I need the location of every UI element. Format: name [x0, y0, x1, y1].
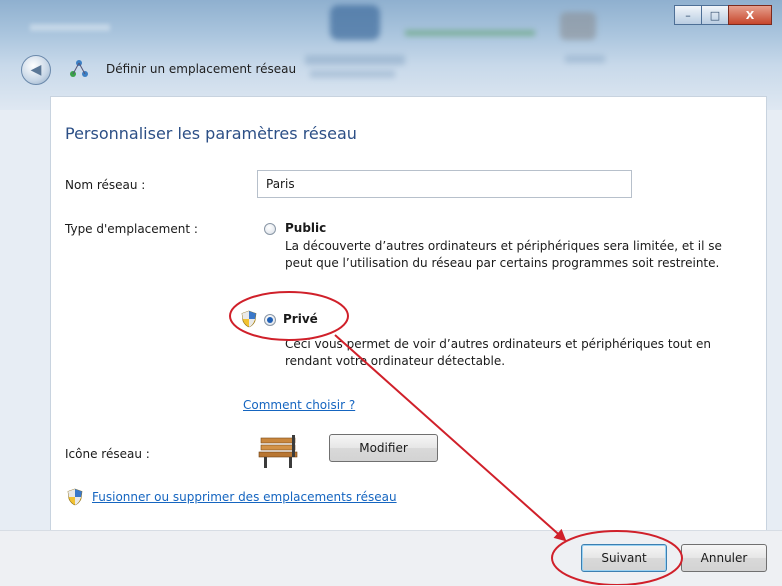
- content-panel: [50, 96, 767, 543]
- public-desc-line: peut que l’utilisation du réseau par cer…: [285, 256, 720, 270]
- back-arrow-icon: ◀: [30, 62, 42, 78]
- location-type-label: Type d'emplacement :: [65, 222, 198, 236]
- blurred-background-text: [310, 70, 395, 78]
- blurred-background-line: [405, 30, 535, 36]
- blurred-background-text: [30, 24, 110, 31]
- blurred-background-text: [305, 55, 405, 65]
- network-icon-label: Icône réseau :: [65, 447, 150, 461]
- blurred-background-text: [565, 55, 605, 63]
- blurred-background-icon: [330, 5, 380, 40]
- maximize-button[interactable]: □: [701, 5, 729, 25]
- close-button[interactable]: X: [728, 5, 772, 25]
- minimize-button[interactable]: –: [674, 5, 702, 25]
- back-button[interactable]: ◀: [21, 55, 51, 85]
- network-name-input[interactable]: [257, 170, 632, 198]
- how-to-choose-link[interactable]: Comment choisir ?: [243, 398, 355, 412]
- page-heading: Personnaliser les paramètres réseau: [65, 124, 357, 143]
- uac-shield-icon: [241, 310, 257, 328]
- bench-icon: [258, 435, 298, 468]
- public-desc-line: La découverte d’autres ordinateurs et pé…: [285, 239, 722, 253]
- merge-locations-link[interactable]: Fusionner ou supprimer des emplacements …: [92, 490, 397, 504]
- uac-shield-icon: [67, 488, 83, 506]
- public-option-title: Public: [285, 221, 327, 235]
- dialog-window: – □ X ◀ Définir un emplacement réseau Pe…: [0, 0, 782, 586]
- title-bar: – □ X ◀ Définir un emplacement réseau: [0, 0, 782, 110]
- private-desc-line: Ceci vous permet de voir d’autres ordina…: [285, 337, 712, 351]
- network-icon: [68, 58, 90, 80]
- public-radio[interactable]: [264, 223, 276, 235]
- public-option-description: La découverte d’autres ordinateurs et pé…: [285, 238, 782, 272]
- window-title: Définir un emplacement réseau: [106, 62, 297, 76]
- window-controls: – □ X: [674, 5, 772, 25]
- modify-button[interactable]: Modifier: [329, 434, 438, 462]
- private-desc-line: rendant votre ordinateur détectable.: [285, 354, 506, 368]
- private-option-description: Ceci vous permet de voir d’autres ordina…: [285, 336, 782, 370]
- next-button[interactable]: Suivant: [581, 544, 667, 572]
- blurred-background-bench-icon: [560, 12, 596, 40]
- cancel-button[interactable]: Annuler: [681, 544, 767, 572]
- private-radio[interactable]: [264, 314, 276, 326]
- network-name-label: Nom réseau :: [65, 178, 146, 192]
- private-option-title: Privé: [283, 312, 318, 326]
